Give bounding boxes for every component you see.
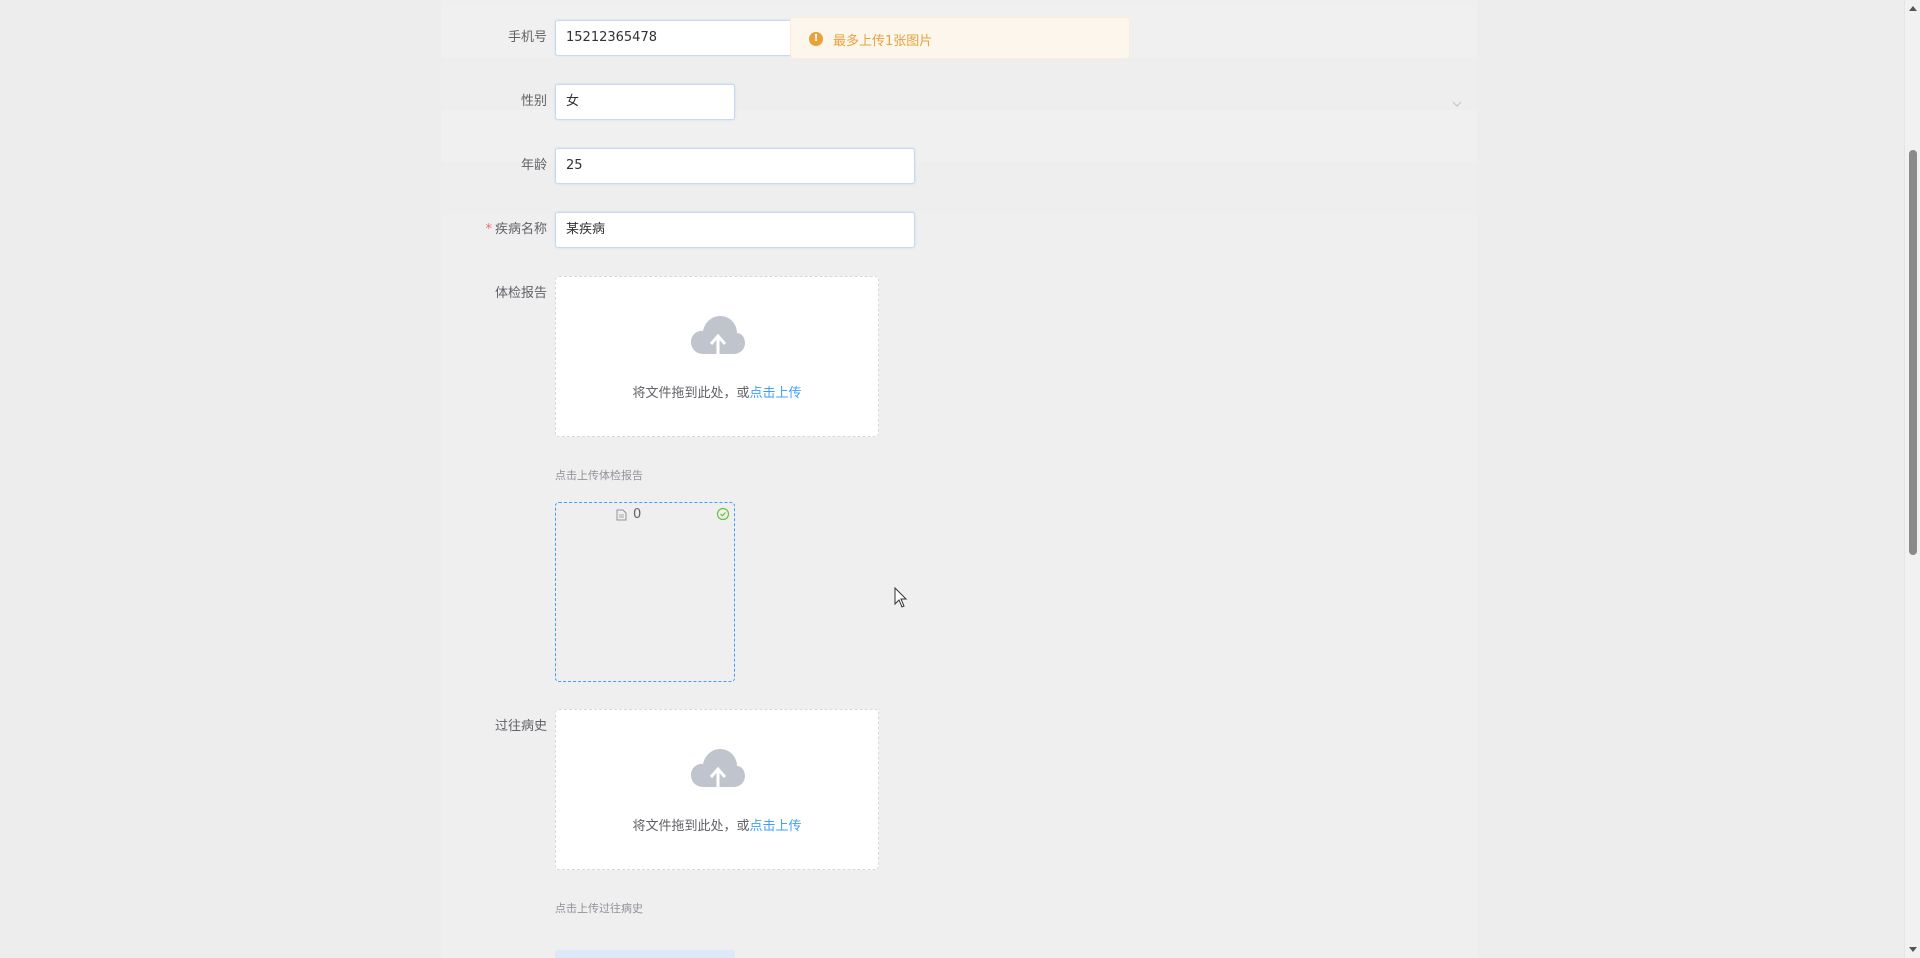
phone-label: 手机号 [507,30,547,45]
document-icon [616,509,627,520]
click-upload-link[interactable]: 点击上传 [750,386,802,401]
disease-input[interactable]: 某疾病 [555,212,915,248]
file-name: 0 [616,507,641,522]
checkup-report-tip: 点击上传体检报告 [555,469,643,482]
file-name-text: 0 [633,507,642,522]
scrollbar[interactable] [1904,0,1920,958]
next-file-card-edge [555,950,735,958]
history-hint: 将文件拖到此处，或点击上传 [556,815,878,834]
mouse-cursor-icon [894,587,908,608]
warning-toast: ! 最多上传1张图片 [790,17,1130,59]
checkup-report-label: 体检报告 [494,286,547,301]
age-input[interactable]: 25 [555,148,915,184]
page: 手机号 15212365478 性别 女 年龄 25 * 疾病名称 某疾病 体检报… [0,0,1920,958]
disease-label: * 疾病名称 [447,220,547,240]
scroll-down-icon[interactable] [1908,944,1918,954]
chevron-down-icon[interactable] [1451,98,1463,110]
toast-message: 最多上传1张图片 [833,34,933,49]
history-tip: 点击上传过往病史 [555,902,643,915]
scrollbar-thumb[interactable] [1909,150,1917,555]
uploaded-file-card[interactable]: 0 [555,502,735,682]
disease-label-text: 疾病名称 [494,222,547,237]
drop-text: 将文件拖到此处，或 [632,819,750,834]
warning-icon: ! [809,32,823,46]
gender-select[interactable]: 女 [555,84,735,120]
upload-cloud-icon [691,316,745,354]
check-circle-icon [716,507,730,521]
upload-cloud-icon [691,749,745,787]
checkup-report-dropzone[interactable]: 将文件拖到此处，或点击上传 [555,276,879,437]
scroll-up-icon[interactable] [1908,4,1918,14]
required-mark: * [485,222,492,237]
drop-text: 将文件拖到此处，或 [632,386,750,401]
click-upload-link[interactable]: 点击上传 [750,819,802,834]
age-label: 年龄 [520,158,547,173]
history-dropzone[interactable]: 将文件拖到此处，或点击上传 [555,709,879,870]
checkup-report-hint: 将文件拖到此处，或点击上传 [556,382,878,401]
history-label: 过往病史 [494,719,547,734]
gender-label: 性别 [520,94,547,109]
